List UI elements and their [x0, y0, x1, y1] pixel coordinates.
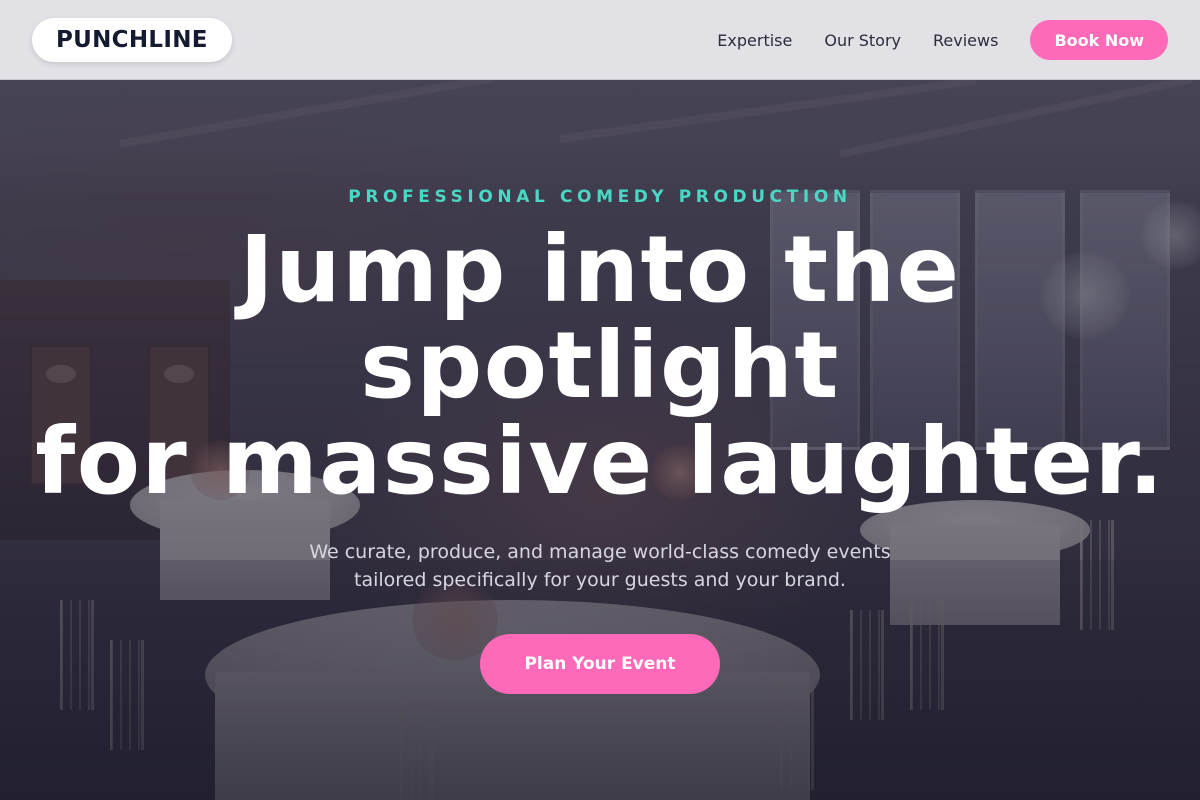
hero-headline-line: spotlight [360, 312, 840, 419]
main-nav: Expertise Our Story Reviews Book Now [717, 20, 1168, 60]
nav-link-reviews[interactable]: Reviews [933, 31, 998, 50]
logo[interactable]: PUNCHLINE [32, 18, 232, 62]
hero-headline: Jump into the spotlight for massive laug… [0, 222, 1200, 510]
page: PUNCHLINE Expertise Our Story Reviews Bo… [0, 0, 1200, 800]
hero-eyebrow: PROFESSIONAL COMEDY PRODUCTION [348, 187, 852, 207]
hero-subtext-line: We curate, produce, and manage world-cla… [309, 541, 891, 563]
hero-headline-line: for massive laughter. [35, 408, 1165, 515]
site-header: PUNCHLINE Expertise Our Story Reviews Bo… [0, 0, 1200, 80]
hero-headline-line: Jump into the [239, 216, 961, 323]
hero-subtext-line: tailored specifically for your guests an… [354, 569, 846, 591]
hero-subtext: We curate, produce, and manage world-cla… [0, 538, 1200, 594]
book-now-button[interactable]: Book Now [1030, 20, 1168, 60]
nav-link-expertise[interactable]: Expertise [717, 31, 792, 50]
hero-section: PROFESSIONAL COMEDY PRODUCTION Jump into… [0, 80, 1200, 800]
plan-your-event-button[interactable]: Plan Your Event [480, 634, 720, 694]
nav-link-our-story[interactable]: Our Story [824, 31, 901, 50]
